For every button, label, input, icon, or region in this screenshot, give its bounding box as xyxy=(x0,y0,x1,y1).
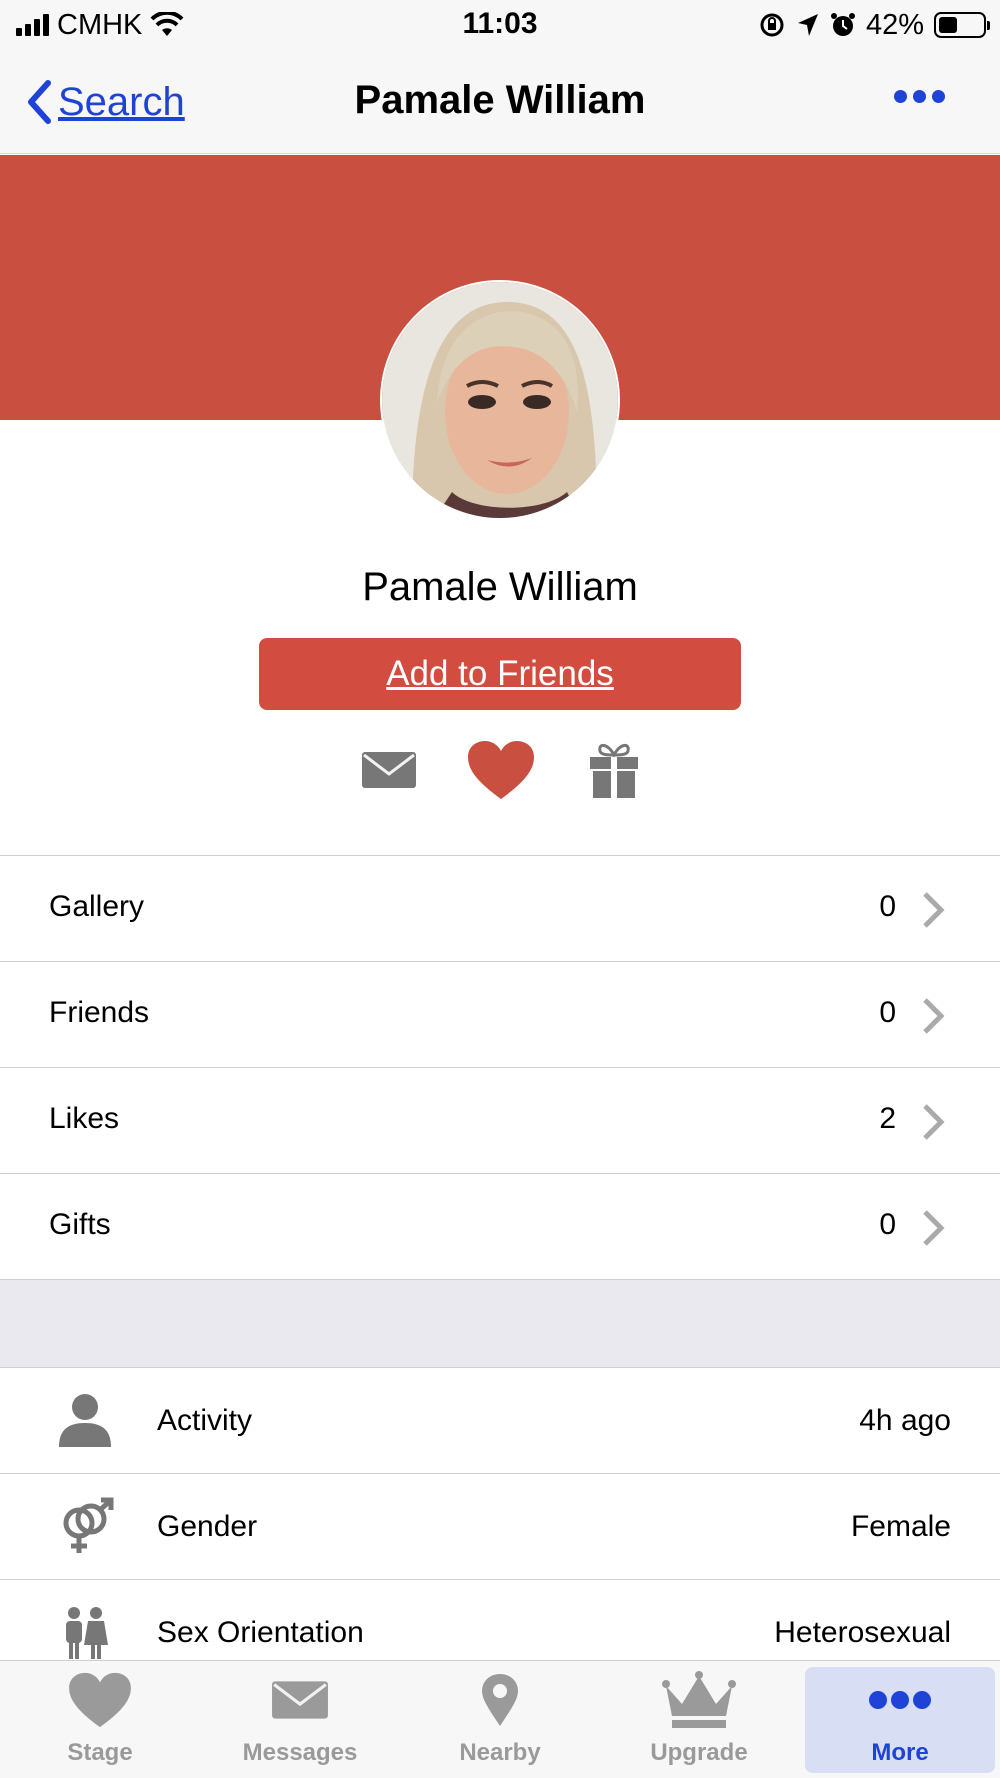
stats-list: Gallery 0 Friends 0 Likes 2 Gifts 0 xyxy=(0,855,1000,1280)
gift-icon xyxy=(590,744,638,798)
stat-row-friends[interactable]: Friends 0 xyxy=(0,962,1000,1068)
battery-fill xyxy=(939,17,957,33)
tab-bar: Stage Messages Nearby Upgrade More xyxy=(0,1660,1000,1778)
rotation-lock-icon xyxy=(760,13,784,37)
profile-photo xyxy=(382,282,618,518)
message-button[interactable] xyxy=(358,735,420,805)
info-label: Gender xyxy=(157,1510,258,1543)
tab-label: Stage xyxy=(67,1739,133,1766)
chevron-right-icon xyxy=(923,892,945,928)
info-label: Sex Orientation xyxy=(157,1616,364,1649)
tab-label: Nearby xyxy=(459,1739,541,1766)
heart-icon xyxy=(69,1672,131,1728)
stat-label: Gallery xyxy=(49,890,145,923)
tab-label: More xyxy=(871,1739,929,1766)
chevron-right-icon xyxy=(923,998,945,1034)
info-list: Activity 4h ago Gender Female Sex Orient… xyxy=(0,1368,1000,1686)
tab-messages[interactable]: Messages xyxy=(205,1667,395,1773)
stat-row-gallery[interactable]: Gallery 0 xyxy=(0,856,1000,962)
envelope-icon xyxy=(362,752,416,788)
crown-icon xyxy=(662,1671,736,1728)
dot xyxy=(894,90,907,103)
like-button[interactable] xyxy=(464,735,538,805)
gift-button[interactable] xyxy=(585,735,643,805)
stat-label: Likes xyxy=(49,1102,120,1135)
stat-value: 2 xyxy=(879,1102,896,1135)
more-dots-icon xyxy=(869,1691,931,1709)
gender-icon xyxy=(52,1494,118,1560)
status-right: 42% xyxy=(758,8,990,42)
stat-value: 0 xyxy=(879,996,896,1029)
tab-stage[interactable]: Stage xyxy=(5,1667,195,1773)
envelope-icon xyxy=(272,1681,328,1719)
dot xyxy=(932,90,945,103)
page-title: Pamale William xyxy=(354,78,646,122)
info-value: Female xyxy=(850,1510,951,1543)
person-icon xyxy=(52,1388,118,1454)
stat-row-likes[interactable]: Likes 2 xyxy=(0,1068,1000,1174)
tab-label: Upgrade xyxy=(650,1739,748,1766)
avatar[interactable] xyxy=(380,280,620,520)
couple-icon xyxy=(52,1600,118,1666)
battery-icon xyxy=(934,12,990,38)
profile-name: Pamale William xyxy=(362,565,638,609)
info-label: Activity xyxy=(157,1404,253,1437)
stat-row-gifts[interactable]: Gifts 0 xyxy=(0,1174,1000,1280)
info-value: 4h ago xyxy=(859,1404,951,1437)
more-options-button[interactable] xyxy=(894,90,945,103)
stat-value: 0 xyxy=(879,1208,896,1241)
status-bar: CMHK 11:03 42% xyxy=(0,0,1000,50)
profile-actions xyxy=(0,735,1000,805)
chevron-right-icon xyxy=(923,1210,945,1246)
tab-label: Messages xyxy=(242,1739,358,1766)
heart-icon xyxy=(468,741,534,799)
stat-value: 0 xyxy=(879,890,896,923)
tab-more[interactable]: More xyxy=(805,1667,995,1773)
info-row-activity: Activity 4h ago xyxy=(0,1368,1000,1474)
stat-label: Friends xyxy=(49,996,150,1029)
info-value: Heterosexual xyxy=(774,1616,951,1649)
add-to-friends-button[interactable]: Add to Friends xyxy=(259,638,741,710)
alarm-icon xyxy=(830,13,855,36)
info-row-gender: Gender Female xyxy=(0,1474,1000,1580)
tab-nearby[interactable]: Nearby xyxy=(405,1667,595,1773)
section-separator xyxy=(0,1280,1000,1368)
navigation-bar: Search Pamale William xyxy=(0,50,1000,154)
battery-percent: 42% xyxy=(865,8,924,41)
dot xyxy=(913,90,926,103)
chevron-right-icon xyxy=(923,1104,945,1140)
stat-label: Gifts xyxy=(49,1208,111,1241)
location-arrow-icon xyxy=(797,14,818,36)
tab-upgrade[interactable]: Upgrade xyxy=(604,1667,794,1773)
location-pin-icon xyxy=(482,1674,518,1726)
